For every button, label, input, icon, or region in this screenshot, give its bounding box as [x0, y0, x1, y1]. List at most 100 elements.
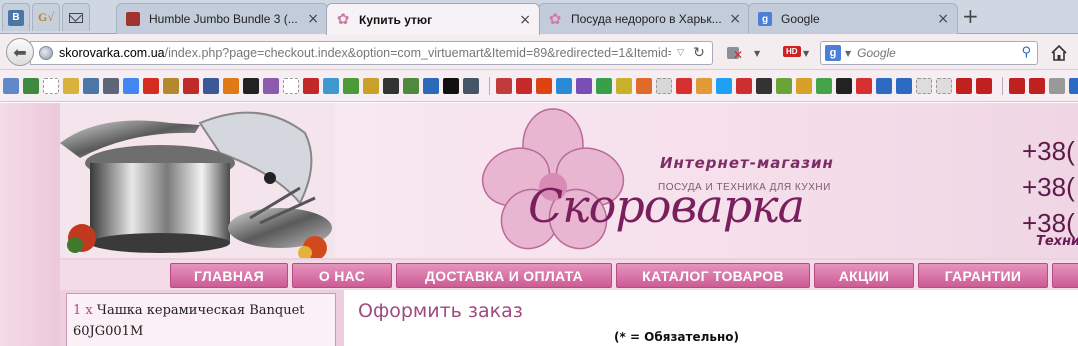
- bookmark-favicon-icon[interactable]: [656, 77, 672, 94]
- bookmark-favicon-icon[interactable]: [383, 77, 399, 94]
- bookmark-favicon-icon[interactable]: [696, 77, 712, 94]
- shop-subtitle: Интернет-магазин: [660, 154, 834, 172]
- url-text[interactable]: skorovarka.com.ua/index.php?page=checkou…: [59, 46, 671, 60]
- home-button[interactable]: [1048, 42, 1070, 64]
- bookmark-favicon-icon[interactable]: [596, 77, 612, 94]
- required-note: (* = Обязательно): [614, 330, 740, 344]
- bookmark-favicon-icon[interactable]: [916, 77, 932, 94]
- tab-strip: В G√ Humble Jumbo Bundle 3 (... × ✿ Купи…: [0, 0, 1078, 35]
- tab-title: Google: [781, 12, 820, 26]
- page-title: Оформить заказ: [358, 300, 523, 322]
- url-bar[interactable]: skorovarka.com.ua/index.php?page=checkou…: [30, 41, 713, 65]
- bookmark-favicon-icon[interactable]: [183, 77, 199, 94]
- menu-catalog[interactable]: КАТАЛОГ ТОВАРОВ: [616, 263, 810, 288]
- bookmark-favicon-icon[interactable]: [936, 77, 952, 94]
- bookmark-favicon-icon[interactable]: [956, 77, 972, 94]
- bookmark-favicon-icon[interactable]: [143, 77, 159, 94]
- bookmark-favicon-icon[interactable]: [443, 77, 459, 94]
- bookmark-favicon-icon[interactable]: [1049, 77, 1065, 94]
- bookmark-favicon-icon[interactable]: [203, 77, 219, 94]
- bookmark-favicon-icon[interactable]: [403, 77, 419, 94]
- close-tab-icon[interactable]: ×: [729, 11, 741, 27]
- bookmark-favicon-icon[interactable]: [1029, 77, 1045, 94]
- search-input[interactable]: [857, 46, 1008, 60]
- menu-delivery[interactable]: ДОСТАВКА И ОПЛАТА: [396, 263, 612, 288]
- bookmark-favicon-icon[interactable]: [343, 77, 359, 94]
- bookmark-favicon-icon[interactable]: [323, 77, 339, 94]
- menu-more[interactable]: [1052, 263, 1078, 288]
- back-button[interactable]: ⬅: [6, 38, 34, 66]
- pinned-tab-mail[interactable]: [62, 3, 90, 31]
- cart-item-qty: 1 x: [73, 303, 93, 318]
- bookmark-favicon-icon[interactable]: [496, 77, 512, 94]
- bookmark-favicon-icon[interactable]: [676, 77, 692, 94]
- bookmark-favicon-icon[interactable]: [876, 77, 892, 94]
- bookmark-favicon-icon[interactable]: [1069, 77, 1078, 94]
- search-icon[interactable]: ⚲: [1021, 45, 1031, 60]
- tab-google[interactable]: g Google ×: [748, 3, 958, 34]
- bookmark-favicon-icon[interactable]: [736, 77, 752, 94]
- pinned-tab-gv[interactable]: G√: [32, 3, 60, 31]
- bookmark-favicon-icon[interactable]: [836, 77, 852, 94]
- bookmark-favicon-icon[interactable]: [423, 77, 439, 94]
- close-tab-icon[interactable]: ×: [307, 11, 319, 27]
- reload-icon[interactable]: ↻: [690, 45, 708, 61]
- bookmark-favicon-icon[interactable]: [776, 77, 792, 94]
- download-blocker-icon[interactable]: ✕: [727, 45, 743, 61]
- bookmark-favicon-icon[interactable]: [303, 77, 319, 94]
- bookmark-favicon-icon[interactable]: [83, 77, 99, 94]
- bookmark-favicon-icon[interactable]: [516, 77, 532, 94]
- bookmark-favicon-icon[interactable]: [3, 77, 19, 94]
- bookmark-favicon-icon[interactable]: [856, 77, 872, 94]
- menu-promotions[interactable]: АКЦИИ: [814, 263, 914, 288]
- tab-humble-bundle[interactable]: Humble Jumbo Bundle 3 (... ×: [116, 3, 328, 34]
- bookmark-favicon-icon[interactable]: [756, 77, 772, 94]
- bookmark-favicon-icon[interactable]: [816, 77, 832, 94]
- url-host: skorovarka.com.ua: [59, 46, 165, 60]
- extension-dropdown-icon[interactable]: ▼: [754, 49, 760, 58]
- close-tab-icon[interactable]: ×: [519, 12, 531, 28]
- bookmark-favicon-icon[interactable]: [716, 77, 732, 94]
- bookmark-favicon-icon[interactable]: [896, 77, 912, 94]
- tab-kupit-utyug[interactable]: ✿ Купить утюг ×: [326, 3, 540, 35]
- mail-icon: [69, 12, 83, 23]
- bookmark-favicon-icon[interactable]: [636, 77, 652, 94]
- tab-title: Humble Jumbo Bundle 3 (...: [149, 12, 298, 26]
- bookmark-favicon-icon[interactable]: [796, 77, 812, 94]
- menu-home[interactable]: ГЛАВНАЯ: [170, 263, 288, 288]
- menu-about[interactable]: О НАС: [292, 263, 392, 288]
- brand-logo-text[interactable]: Скороварка: [528, 179, 805, 233]
- pinned-tab-vk[interactable]: В: [2, 3, 30, 31]
- search-bar[interactable]: g ▼ ⚲: [820, 41, 1038, 65]
- url-dropdown-icon[interactable]: ▽: [677, 48, 684, 58]
- close-tab-icon[interactable]: ×: [937, 11, 949, 27]
- tab-posuda[interactable]: ✿ Посуда недорого в Харьк... ×: [538, 3, 750, 34]
- bookmark-favicon-icon[interactable]: [463, 77, 479, 94]
- bookmark-favicon-icon[interactable]: [263, 77, 279, 94]
- hd-extension-icon[interactable]: HD: [783, 46, 801, 57]
- bookmark-favicon-icon[interactable]: [536, 77, 552, 94]
- bookmark-favicon-icon[interactable]: [976, 77, 992, 94]
- bookmark-favicon-icon[interactable]: [223, 77, 239, 94]
- bookmark-favicon-icon[interactable]: [556, 77, 572, 94]
- hd-dropdown-icon[interactable]: ▼: [803, 49, 809, 58]
- cart-item[interactable]: 1 x Чашка керамическая Banquet: [73, 300, 329, 321]
- bookmark-favicon-icon[interactable]: [43, 77, 59, 94]
- bookmark-favicon-icon[interactable]: [1009, 77, 1025, 94]
- bookmark-favicon-icon[interactable]: [163, 77, 179, 94]
- google-search-engine-icon[interactable]: g: [825, 45, 841, 61]
- bookmark-favicon-icon[interactable]: [103, 77, 119, 94]
- menu-warranty[interactable]: ГАРАНТИИ: [918, 263, 1048, 288]
- bookmark-favicon-icon[interactable]: [123, 77, 139, 94]
- bookmark-favicon-icon[interactable]: [23, 77, 39, 94]
- bookmark-favicon-icon[interactable]: [363, 77, 379, 94]
- cart-item-sku: 60JG001M: [73, 324, 144, 339]
- bookmark-favicon-icon[interactable]: [576, 77, 592, 94]
- bookmark-favicon-icon[interactable]: [616, 77, 632, 94]
- cart-item-name: Чашка керамическая Banquet: [96, 303, 305, 318]
- bookmark-favicon-icon[interactable]: [63, 77, 79, 94]
- bookmark-favicon-icon[interactable]: [283, 77, 299, 94]
- new-tab-button[interactable]: +: [962, 6, 979, 26]
- search-engine-dropdown-icon[interactable]: ▼: [845, 49, 851, 58]
- bookmark-favicon-icon[interactable]: [243, 77, 259, 94]
